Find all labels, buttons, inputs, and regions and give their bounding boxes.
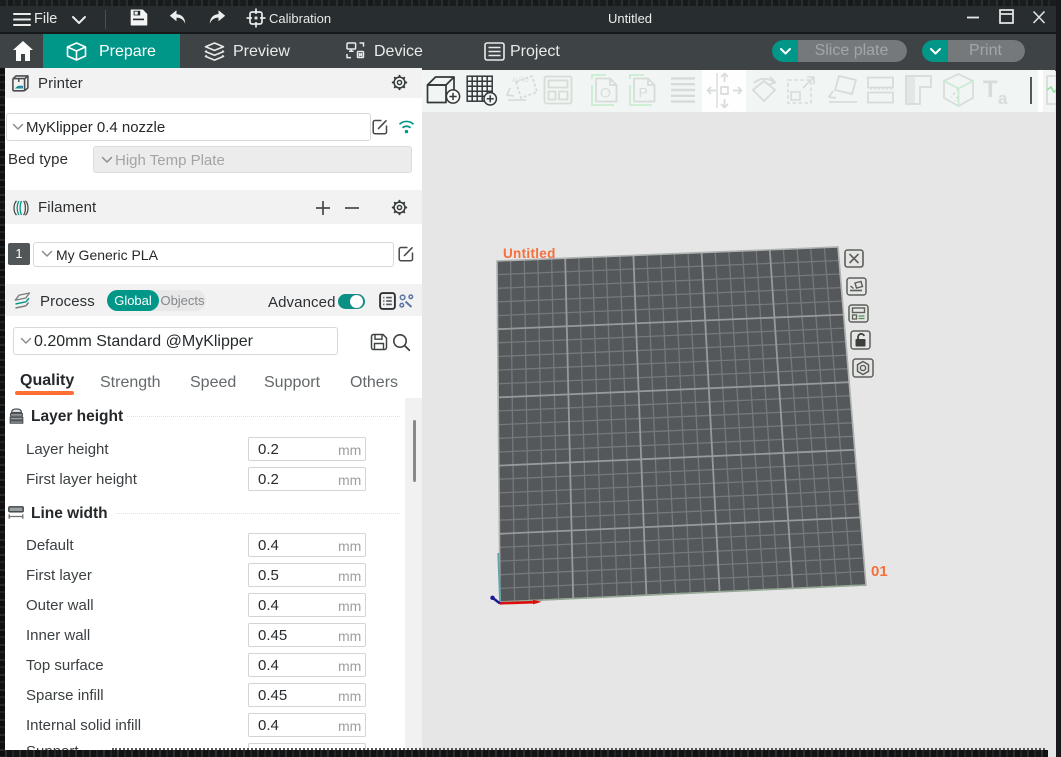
svg-text:AUTO: AUTO [512,78,529,84]
svg-text:T: T [983,76,998,103]
svg-text:a: a [998,89,1008,106]
svg-text:P: P [639,85,648,101]
svg-text:O: O [600,85,611,101]
